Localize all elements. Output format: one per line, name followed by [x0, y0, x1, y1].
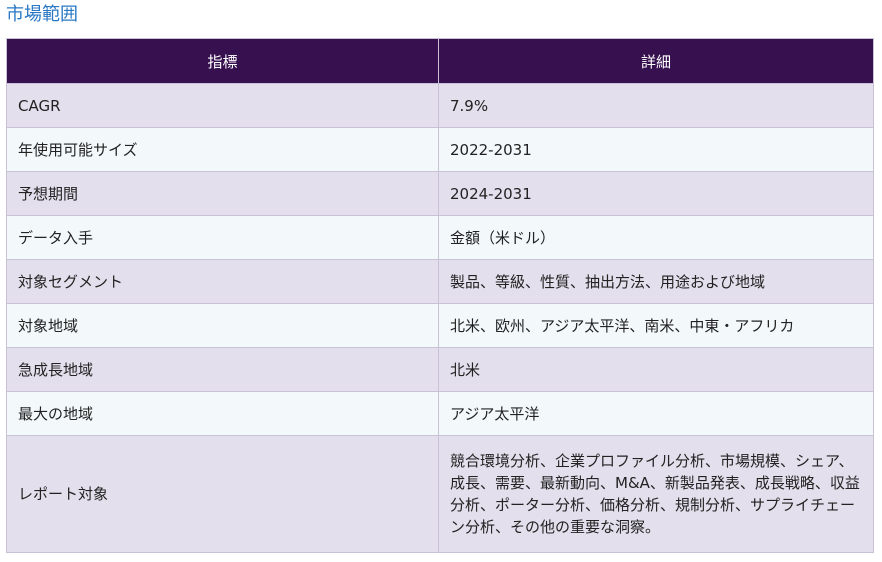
detail-cell: 2022-2031	[438, 127, 874, 172]
detail-cell: 競合環境分析、企業プロファイル分析、市場規模、シェア、成長、需要、最新動向、M&…	[438, 435, 874, 553]
market-scope-table: 指標 詳細 CAGR 7.9% 年使用可能サイズ 2022-2031 予想期間 …	[6, 38, 874, 553]
metric-cell: 対象セグメント	[6, 259, 439, 304]
table-row: 対象地域 北米、欧州、アジア太平洋、南米、中東・アフリカ	[6, 303, 874, 348]
detail-cell: 製品、等級、性質、抽出方法、用途および地域	[438, 259, 874, 304]
table-row: 急成長地域 北米	[6, 347, 874, 392]
metric-cell: レポート対象	[6, 435, 439, 553]
metric-cell: 年使用可能サイズ	[6, 127, 439, 172]
table-row: レポート対象 競合環境分析、企業プロファイル分析、市場規模、シェア、成長、需要、…	[6, 435, 874, 553]
header-metric: 指標	[6, 38, 439, 84]
metric-cell: 急成長地域	[6, 347, 439, 392]
table-row: 最大の地域 アジア太平洋	[6, 391, 874, 436]
metric-cell: 予想期間	[6, 171, 439, 216]
metric-cell: 最大の地域	[6, 391, 439, 436]
detail-cell: 北米	[438, 347, 874, 392]
table-header-row: 指標 詳細	[6, 38, 874, 84]
metric-cell: 対象地域	[6, 303, 439, 348]
table-row: CAGR 7.9%	[6, 83, 874, 128]
header-detail: 詳細	[438, 38, 874, 84]
table-row: 対象セグメント 製品、等級、性質、抽出方法、用途および地域	[6, 259, 874, 304]
detail-cell: 北米、欧州、アジア太平洋、南米、中東・アフリカ	[438, 303, 874, 348]
detail-cell: 7.9%	[438, 83, 874, 128]
table-row: データ入手 金額（米ドル）	[6, 215, 874, 260]
metric-cell: データ入手	[6, 215, 439, 260]
metric-cell: CAGR	[6, 83, 439, 128]
table-row: 年使用可能サイズ 2022-2031	[6, 127, 874, 172]
detail-cell: 2024-2031	[438, 171, 874, 216]
table-row: 予想期間 2024-2031	[6, 171, 874, 216]
section-title: 市場範囲	[6, 4, 78, 25]
detail-cell: 金額（米ドル）	[438, 215, 874, 260]
detail-cell: アジア太平洋	[438, 391, 874, 436]
